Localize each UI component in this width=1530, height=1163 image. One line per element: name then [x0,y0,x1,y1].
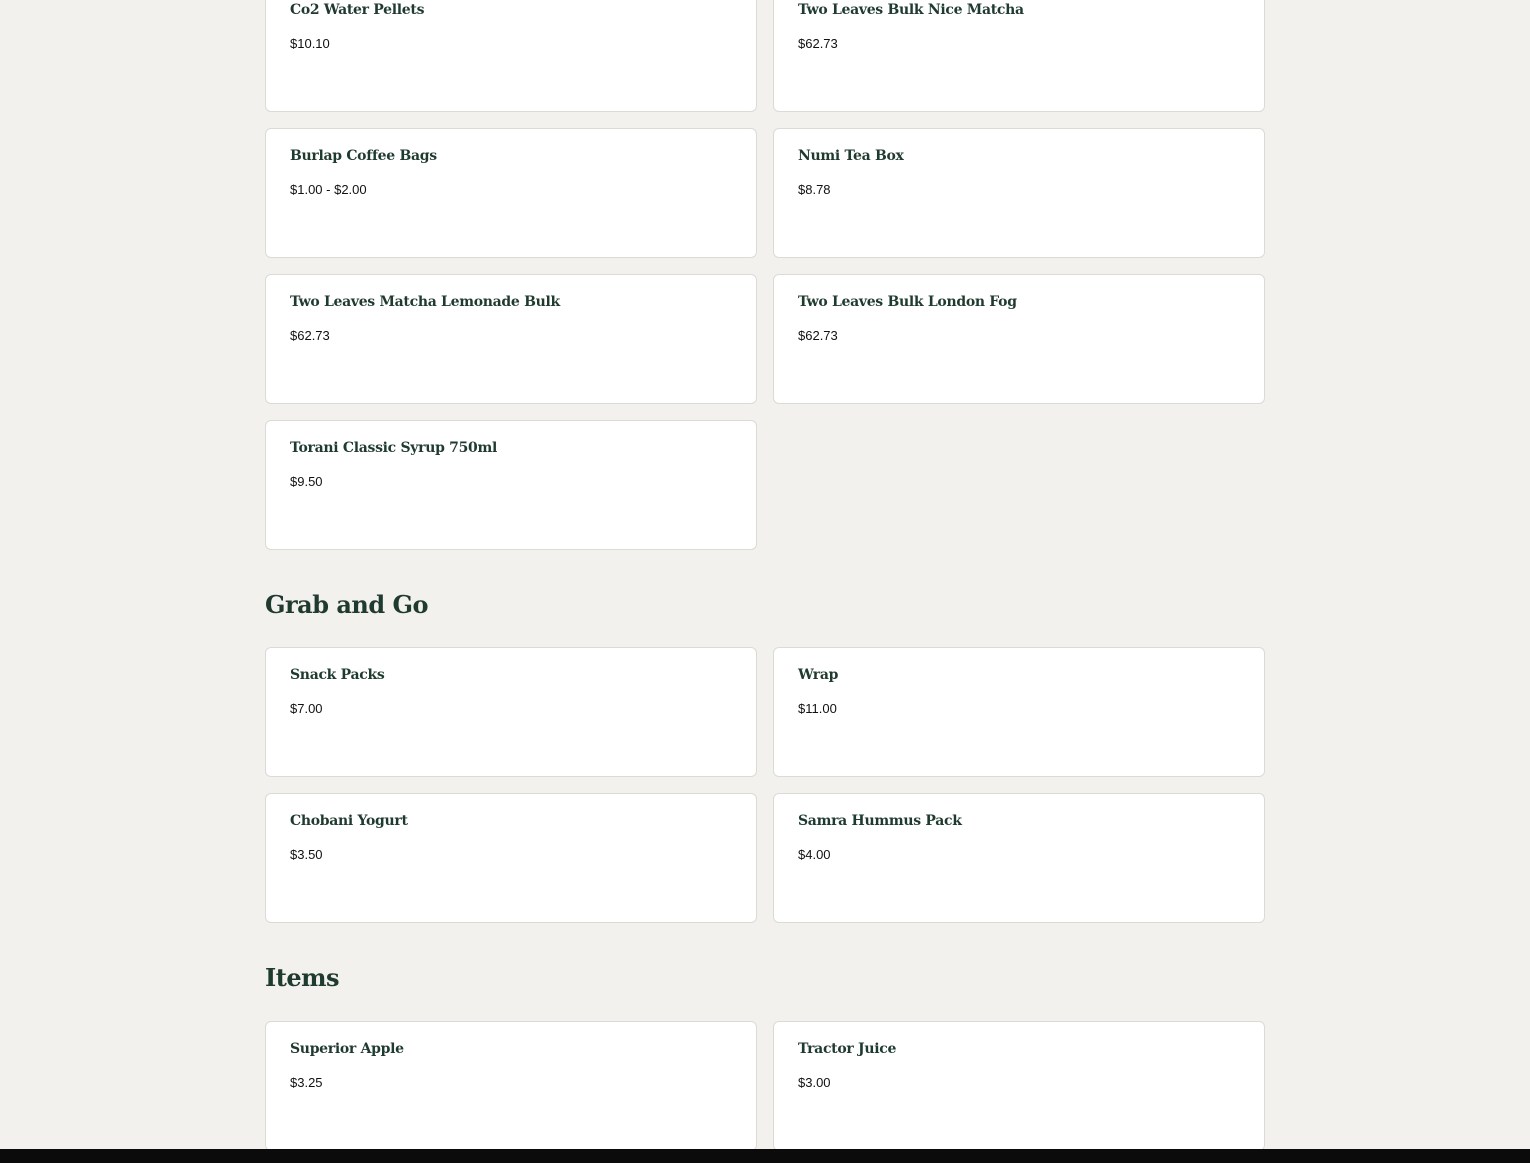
product-name: Chobani Yogurt [290,813,408,829]
product-card-superior-apple[interactable]: Superior Apple $3.25 [265,1021,757,1149]
product-price: $1.00 - $2.00 [290,182,367,197]
product-price: $4.00 [798,847,831,862]
product-name: Two Leaves Bulk London Fog [798,294,1017,310]
product-name: Burlap Coffee Bags [290,148,437,164]
product-name: Two Leaves Bulk Nice Matcha [798,2,1024,18]
product-name: Two Leaves Matcha Lemonade Bulk [290,294,560,310]
product-price: $62.73 [798,36,838,51]
menu-content: Co2 Water Pellets $10.10 Two Leaves Bulk… [265,0,1265,1149]
product-name: Torani Classic Syrup 750ml [290,440,497,456]
product-card-tractor-juice[interactable]: Tractor Juice $3.00 [773,1021,1265,1149]
product-name: Tractor Juice [798,1041,897,1057]
product-card-samra-hummus-pack[interactable]: Samra Hummus Pack $4.00 [773,793,1265,923]
product-card-snack-packs[interactable]: Snack Packs $7.00 [265,647,757,777]
product-price: $7.00 [290,701,323,716]
product-price: $10.10 [290,36,330,51]
product-name: Superior Apple [290,1041,404,1057]
product-grid-items: Superior Apple $3.25 Tractor Juice $3.00 [265,1021,1265,1149]
product-card-wrap[interactable]: Wrap $11.00 [773,647,1265,777]
product-name: Numi Tea Box [798,148,904,164]
menu-page: Co2 Water Pellets $10.10 Two Leaves Bulk… [0,0,1530,1149]
product-card-co2-water-pellets[interactable]: Co2 Water Pellets $10.10 [265,0,757,112]
product-name: Samra Hummus Pack [798,813,962,829]
product-price: $3.25 [290,1075,323,1090]
product-price: $11.00 [798,701,837,716]
product-name: Wrap [798,667,839,683]
product-price: $62.73 [290,328,330,343]
product-price: $62.73 [798,328,838,343]
product-price: $3.00 [798,1075,831,1090]
product-price: $3.50 [290,847,323,862]
product-name: Snack Packs [290,667,385,683]
product-price: $9.50 [290,474,323,489]
product-price: $8.78 [798,182,831,197]
product-card-numi-tea-box[interactable]: Numi Tea Box $8.78 [773,128,1265,258]
product-card-two-leaves-bulk-london-fog[interactable]: Two Leaves Bulk London Fog $62.73 [773,274,1265,404]
section-title-grab-and-go: Grab and Go [265,590,428,619]
bottom-bar [0,1149,1530,1163]
product-grid-section-1: Co2 Water Pellets $10.10 Two Leaves Bulk… [265,0,1265,550]
product-card-burlap-coffee-bags[interactable]: Burlap Coffee Bags $1.00 - $2.00 [265,128,757,258]
product-name: Co2 Water Pellets [290,2,425,18]
product-grid-grab-and-go: Snack Packs $7.00 Wrap $11.00 Chobani Yo… [265,647,1265,923]
product-card-torani-classic-syrup[interactable]: Torani Classic Syrup 750ml $9.50 [265,420,757,550]
product-card-two-leaves-matcha-lemonade-bulk[interactable]: Two Leaves Matcha Lemonade Bulk $62.73 [265,274,757,404]
product-card-chobani-yogurt[interactable]: Chobani Yogurt $3.50 [265,793,757,923]
product-card-two-leaves-bulk-nice-matcha[interactable]: Two Leaves Bulk Nice Matcha $62.73 [773,0,1265,112]
section-title-items: Items [265,963,340,992]
